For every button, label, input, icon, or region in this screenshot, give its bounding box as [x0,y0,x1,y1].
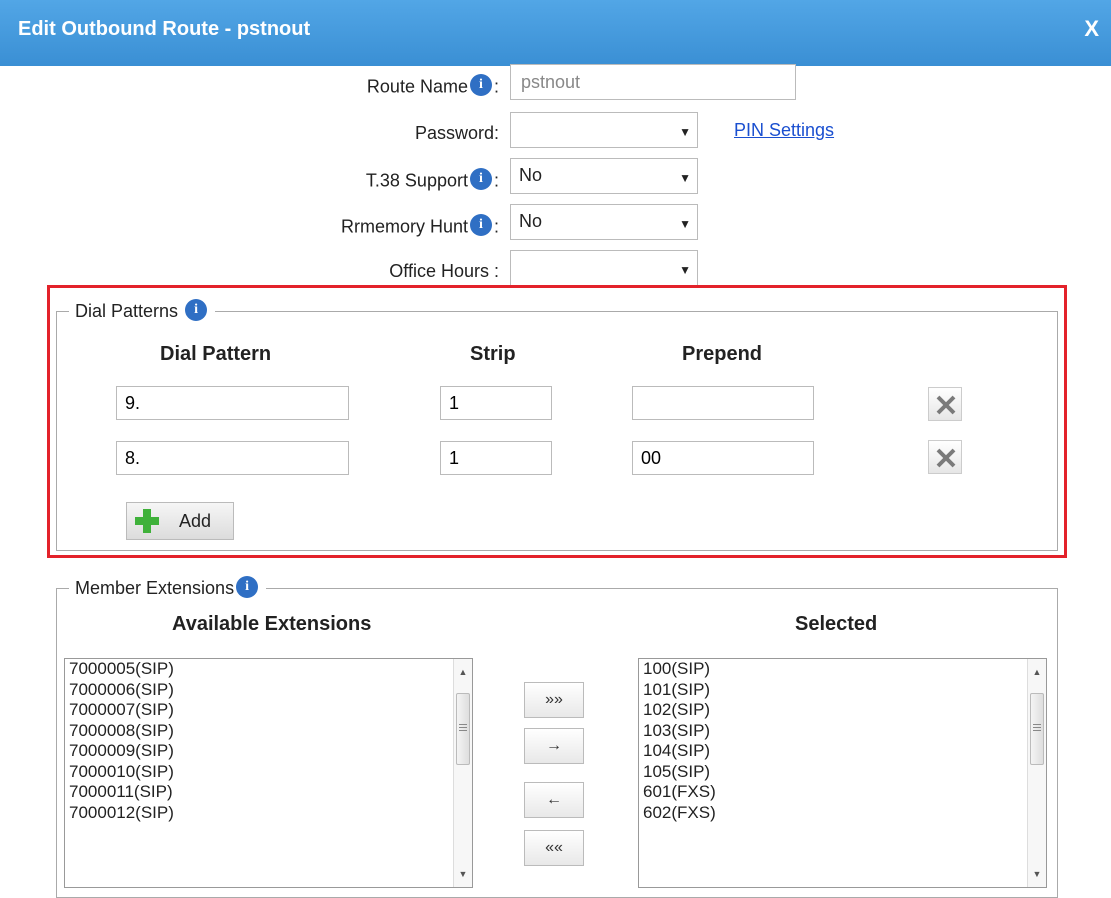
password-select[interactable]: ▼ [510,112,698,148]
scrollbar[interactable]: ▲ ▼ [1027,659,1046,887]
scroll-down-icon[interactable]: ▼ [1028,865,1046,883]
office-hours-label: Office Hours : [389,260,499,281]
list-item[interactable]: 7000008(SIP) [65,721,472,742]
list-item[interactable]: 105(SIP) [639,762,1046,783]
plus-icon [135,509,159,533]
delete-row-button[interactable] [928,387,962,421]
available-extensions-label: Available Extensions [172,613,372,635]
add-selected-button[interactable]: → [524,728,584,764]
dropdown-arrow-icon: ▼ [679,125,691,139]
list-item[interactable]: 7000005(SIP) [65,659,472,680]
dial-pattern-input[interactable] [116,386,349,420]
col-strip: Strip [470,343,516,365]
available-extensions-list[interactable]: 7000005(SIP) 7000006(SIP) 7000007(SIP) 7… [64,658,473,888]
list-item[interactable]: 103(SIP) [639,721,1046,742]
list-item[interactable]: 104(SIP) [639,741,1046,762]
grip-icon [1033,724,1041,732]
list-item[interactable]: 602(FXS) [639,803,1046,824]
remove-selected-button[interactable]: ← [524,782,584,818]
close-button[interactable]: X [1084,16,1099,42]
add-all-button[interactable]: »» [524,682,584,718]
delete-icon [936,395,956,415]
info-icon[interactable]: i [185,299,208,321]
delete-row-button[interactable] [928,440,962,474]
grip-icon [459,724,467,732]
list-item[interactable]: 7000006(SIP) [65,680,472,701]
scroll-up-icon[interactable]: ▲ [1028,663,1046,681]
dial-pattern-input[interactable] [116,441,349,475]
office-hours-select[interactable]: ▼ [510,250,698,286]
list-item[interactable]: 601(FXS) [639,782,1046,803]
scrollbar-thumb[interactable] [1030,693,1044,765]
list-item[interactable]: 7000012(SIP) [65,803,472,824]
list-item[interactable]: 7000011(SIP) [65,782,472,803]
dialog-titlebar: Edit Outbound Route - pstnout X [0,0,1111,66]
list-item[interactable]: 101(SIP) [639,680,1046,701]
prepend-input[interactable] [632,441,814,475]
list-item[interactable]: 7000009(SIP) [65,741,472,762]
list-item[interactable]: 100(SIP) [639,659,1046,680]
rrmemory-select[interactable]: No ▼ [510,204,698,240]
delete-icon [936,448,956,468]
list-item[interactable]: 7000010(SIP) [65,762,472,783]
t38-select[interactable]: No ▼ [510,158,698,194]
prepend-input[interactable] [632,386,814,420]
add-pattern-button[interactable]: Add [126,502,234,540]
rrmemory-label: Rrmemory Hunt i: [341,214,499,240]
selected-label: Selected [795,613,878,635]
dropdown-arrow-icon: ▼ [679,217,691,231]
remove-all-button[interactable]: «« [524,830,584,866]
col-dial-pattern: Dial Pattern [160,343,272,365]
office-hours-row: Office Hours : ▼ [0,250,1111,290]
selected-extensions-list[interactable]: 100(SIP) 101(SIP) 102(SIP) 103(SIP) 104(… [638,658,1047,888]
list-item[interactable]: 102(SIP) [639,700,1046,721]
info-icon[interactable]: i [469,168,492,190]
scrollbar[interactable]: ▲ ▼ [453,659,472,887]
scroll-down-icon[interactable]: ▼ [454,865,472,883]
strip-input[interactable] [440,386,552,420]
rrmemory-row: Rrmemory Hunt i: No ▼ [0,204,1111,244]
strip-input[interactable] [440,441,552,475]
pin-settings-link[interactable]: PIN Settings [734,120,834,141]
t38-label: T.38 Support i: [366,168,499,194]
dialog-title: Edit Outbound Route - pstnout [18,18,311,40]
col-prepend: Prepend [682,343,763,365]
list-item[interactable]: 7000007(SIP) [65,700,472,721]
info-icon[interactable]: i [236,576,259,598]
route-name-input[interactable] [510,64,796,100]
dropdown-arrow-icon: ▼ [679,171,691,185]
info-icon[interactable]: i [469,74,492,96]
route-name-label: Route Name i: [367,74,499,100]
info-icon[interactable]: i [469,214,492,236]
dial-patterns-legend: Dial Patterns i [69,299,216,325]
scroll-up-icon[interactable]: ▲ [454,663,472,681]
t38-row: T.38 Support i: No ▼ [0,158,1111,198]
password-label: Password: [414,122,499,143]
dropdown-arrow-icon: ▼ [679,263,691,277]
route-name-row: Route Name i: [0,64,1111,104]
password-row: Password: ▼ PIN Settings [0,112,1111,152]
scrollbar-thumb[interactable] [456,693,470,765]
member-extensions-legend: Member Extensions i [69,576,267,602]
